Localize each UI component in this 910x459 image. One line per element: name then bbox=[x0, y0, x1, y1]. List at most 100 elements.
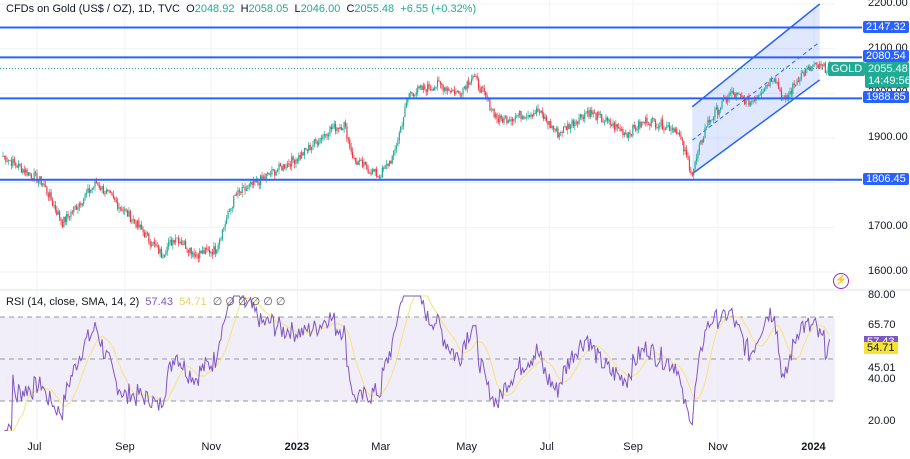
candle-body bbox=[10, 160, 13, 166]
candle-body bbox=[480, 86, 482, 93]
chart-canvas[interactable] bbox=[0, 0, 910, 459]
candle-body bbox=[237, 190, 239, 196]
candle-body bbox=[504, 116, 507, 118]
candle-body bbox=[104, 193, 106, 195]
candle-body bbox=[330, 126, 332, 130]
candle-body bbox=[128, 211, 130, 217]
candle-body bbox=[429, 88, 432, 90]
candle-body bbox=[572, 120, 574, 127]
candle-body bbox=[90, 189, 92, 193]
candle-body bbox=[352, 151, 354, 158]
candle-body bbox=[678, 132, 681, 136]
candle-body bbox=[517, 115, 519, 117]
candle-body bbox=[734, 94, 736, 98]
candle-body bbox=[193, 252, 195, 257]
candle-body bbox=[449, 90, 451, 93]
candle-body bbox=[68, 216, 71, 218]
candle-body bbox=[463, 86, 466, 89]
candle-body bbox=[639, 121, 641, 128]
candle-body bbox=[417, 86, 419, 93]
candle-body bbox=[465, 86, 467, 90]
bar-countdown: 14:49:56 bbox=[868, 75, 910, 87]
candle-body bbox=[230, 208, 232, 212]
candle-body bbox=[374, 168, 376, 172]
candle-body bbox=[536, 108, 538, 114]
candle-body bbox=[201, 250, 204, 254]
candle-body bbox=[119, 207, 122, 209]
candle-body bbox=[814, 62, 817, 65]
candle-body bbox=[264, 176, 266, 179]
candle-body bbox=[298, 155, 300, 161]
candle-body bbox=[736, 92, 739, 95]
candle-body bbox=[599, 114, 601, 115]
rsi-axis-label: 65.70 bbox=[868, 319, 896, 332]
candle-body bbox=[666, 125, 668, 129]
candle-body bbox=[701, 140, 703, 143]
candle-body bbox=[717, 107, 719, 115]
candle-body bbox=[84, 194, 86, 199]
symbol-title: CFDs on Gold (US$ / OZ), 1D, TVC bbox=[6, 3, 181, 15]
x-tick-label: Nov bbox=[201, 441, 222, 453]
candle-body bbox=[592, 112, 594, 115]
candle-body bbox=[452, 89, 454, 91]
candle-body bbox=[179, 241, 181, 244]
candle-body bbox=[73, 206, 75, 213]
candle-body bbox=[763, 88, 766, 92]
candle-body bbox=[64, 217, 66, 223]
candle-body bbox=[557, 128, 559, 138]
candle-body bbox=[797, 80, 800, 83]
candle-body bbox=[591, 109, 593, 115]
candle-body bbox=[12, 158, 14, 166]
candle-body bbox=[820, 63, 822, 66]
candle-body bbox=[653, 118, 655, 121]
candle-body bbox=[545, 116, 548, 122]
candle-body bbox=[477, 79, 480, 89]
legend-header: CFDs on Gold (US$ / OZ), 1D, TVC O2048.9… bbox=[6, 3, 476, 15]
candle-body bbox=[616, 124, 618, 128]
candle-body bbox=[211, 252, 214, 255]
candle-body bbox=[378, 176, 381, 178]
candle-body bbox=[427, 83, 429, 93]
candle-body bbox=[156, 245, 158, 247]
candle-body bbox=[718, 109, 720, 115]
candle-body bbox=[357, 161, 359, 165]
low-value: 2046.00 bbox=[300, 3, 341, 15]
candle-body bbox=[538, 111, 541, 113]
high-label: H bbox=[240, 3, 249, 15]
level-price-tag: 1806.45 bbox=[863, 172, 909, 185]
candle-body bbox=[793, 83, 795, 85]
candle-body bbox=[291, 156, 293, 167]
rsi-axis-label: 80.00 bbox=[868, 289, 896, 301]
candle-body bbox=[533, 113, 535, 117]
candle-body bbox=[561, 132, 563, 134]
x-tick-label: Nov bbox=[708, 441, 728, 453]
candle-body bbox=[528, 115, 531, 117]
candle-body bbox=[603, 121, 606, 123]
candle-body bbox=[790, 91, 792, 94]
candle-body bbox=[135, 222, 137, 228]
candle-body bbox=[54, 205, 56, 211]
candle-body bbox=[235, 194, 238, 196]
candle-body bbox=[16, 165, 18, 168]
candle-body bbox=[183, 241, 185, 245]
candle-body bbox=[356, 161, 358, 165]
candle-body bbox=[313, 139, 315, 146]
rsi-value: 57.43 bbox=[145, 296, 173, 308]
candle-body bbox=[245, 188, 248, 191]
candle-body bbox=[42, 183, 44, 185]
lightning-icon[interactable]: ⚡ bbox=[833, 273, 849, 289]
candle-body bbox=[654, 120, 657, 128]
candle-body bbox=[523, 116, 525, 119]
candle-body bbox=[669, 125, 671, 131]
candle-body bbox=[175, 238, 177, 243]
candle-body bbox=[560, 132, 562, 133]
candle-body bbox=[2, 155, 4, 157]
candle-body bbox=[26, 169, 28, 176]
candle-body bbox=[213, 246, 215, 255]
change-value: +6.55 (+0.32%) bbox=[400, 3, 477, 15]
candle-body bbox=[143, 232, 146, 238]
x-tick-label: Mar bbox=[371, 441, 391, 453]
candle-body bbox=[46, 186, 48, 194]
candle-body bbox=[95, 181, 98, 184]
candle-body bbox=[521, 116, 524, 120]
